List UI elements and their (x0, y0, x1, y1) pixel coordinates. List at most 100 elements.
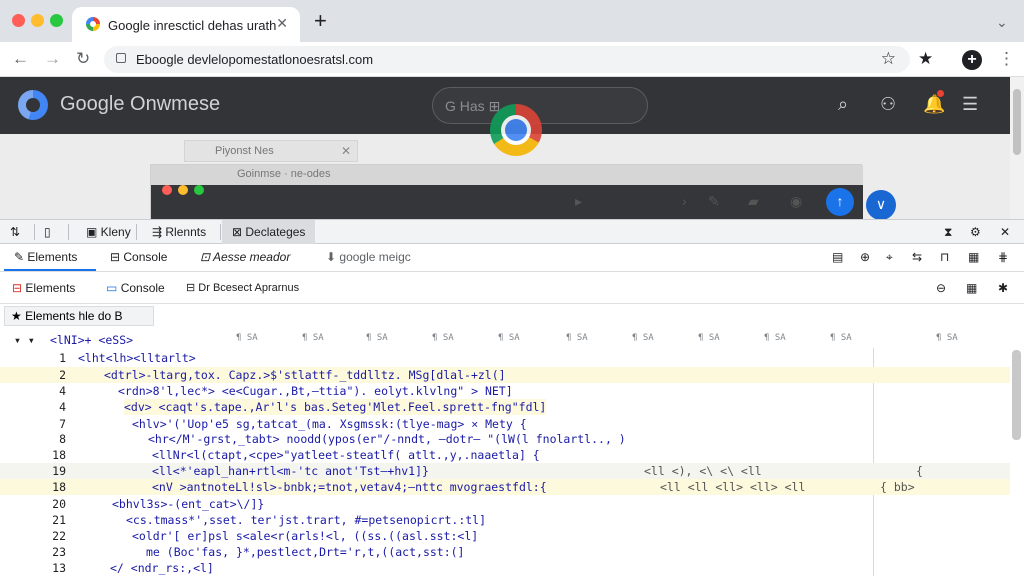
layout-icon[interactable]: ▤ (832, 244, 843, 271)
frame-icon[interactable]: ⊓ (940, 244, 949, 271)
tab-aesse-meador[interactable]: ⊡ Aesse meador (200, 244, 290, 271)
tab-declateges-label: Declateges (245, 225, 306, 239)
chevron-right-icon: › (682, 193, 687, 209)
code-text: me (Boc'fas, }*,pestlect,Drt='r,t,((act,… (146, 545, 465, 559)
code-row[interactable]: 4 <dv> <caqt's.tape.,Ar'l's bas.Seteg'Ml… (0, 399, 1010, 415)
code-text: <hlv>'('Uop'e5 sg,tatcat_(ma. Xsgmssk:(t… (132, 417, 527, 431)
bookmarks-icon[interactable]: ★ (918, 49, 933, 69)
google-favicon-icon (86, 17, 100, 31)
code-tail: <ll <), <\ <\ <ll (644, 464, 762, 478)
minimize-window-button[interactable] (31, 14, 44, 27)
elements-icon: ⊟ (12, 281, 23, 295)
code-row[interactable]: 13 </ <ndr_rs:,<l] (0, 560, 1010, 576)
tab-kleny[interactable]: ▣ Kleny (80, 220, 137, 244)
new-tab-button[interactable]: + (314, 10, 327, 32)
code-row[interactable]: 7 <hlv>'('Uop'e5 sg,tatcat_(ma. Xsgmssk:… (0, 416, 1010, 432)
bookmark-star-icon[interactable]: ☆ (881, 49, 896, 69)
code-row[interactable]: 8 <hr</M'-grst,_tabt> noodd(ypos(er"/-nn… (0, 431, 1010, 447)
subtab-dr-bcesect[interactable]: ⊟ Dr Bcesect Aprarnus (186, 272, 299, 304)
subtab-elements[interactable]: ⊟ Elements (12, 272, 75, 304)
settings-icon[interactable]: ⚙ (970, 220, 981, 244)
code-row[interactable]: ▾ ▾ <lNI>+ <eSS> (0, 332, 1010, 348)
tab-google-meigc[interactable]: ⬇ google meigc (326, 244, 411, 271)
page-scroll-thumb[interactable] (1013, 89, 1021, 155)
close-window-button[interactable] (12, 14, 25, 27)
tab-console[interactable]: ⊟ Console (110, 244, 167, 271)
apps-icon[interactable]: ▦ (966, 272, 977, 304)
maximize-window-button[interactable] (50, 14, 63, 27)
lock-icon (116, 53, 126, 63)
tab-elements[interactable]: ✎ Elements (14, 244, 77, 271)
reload-icon[interactable]: ↻ (76, 49, 90, 69)
subtab-console[interactable]: ▭ Console (106, 272, 165, 304)
forward-icon[interactable]: → (44, 49, 61, 69)
menu-icon[interactable]: ☰ (962, 94, 978, 115)
ghost-window: Piyonst Nes ✕ (184, 140, 358, 162)
tab-close-icon[interactable]: ✕ (276, 15, 288, 32)
expand-arrow-icon[interactable]: ▾ ▾ (14, 332, 35, 348)
elements-tree: ▾ ▾ <lNI>+ <eSS> 1 <lht<lh><lltarlt> 2 <… (0, 326, 1010, 576)
page-scrollbar[interactable] (1010, 77, 1024, 219)
tab-rlennts[interactable]: ⇶ Rlennts (146, 220, 212, 244)
no-sign-icon[interactable]: ⊖ (936, 272, 946, 304)
code-row[interactable]: 18 <nV >antnoteLl!sl>-bnbk;=tnot,vetav4;… (0, 479, 1010, 495)
console-icon: ▭ (106, 281, 118, 295)
line-number: 7 (59, 417, 66, 431)
tab-search-chevron-icon[interactable]: ⌄ (996, 14, 1008, 31)
add-fab-button[interactable]: ↑ (826, 188, 854, 216)
shield-icon: ◉ (790, 193, 803, 209)
profile-avatar[interactable]: + (962, 50, 982, 70)
breadcrumb-label: Elements hle do B (25, 309, 123, 323)
subtab-elements-label: Elements (25, 281, 76, 295)
code-row[interactable]: 2 <dtrl>-ltarg,tox. Capz.>$'stlattf-_tdd… (0, 367, 1010, 383)
breadcrumb[interactable]: ★ Elements hle do B (4, 306, 154, 326)
code-row[interactable]: 23 me (Boc'fas, }*,pestlect,Drt='r,t,((a… (0, 544, 1010, 560)
toggle-icon[interactable]: ⧗ (944, 220, 952, 244)
code-text: <llNr<l(ctapt,<cpe>"yatleet-steatlf( atl… (152, 448, 540, 462)
devtools-scrollbar-thumb[interactable] (1012, 350, 1021, 440)
asterisk-icon[interactable]: ✱ (998, 272, 1008, 304)
grid-icon[interactable]: ▦ (968, 244, 979, 271)
inspect-icon[interactable]: ⌖ (886, 244, 893, 271)
pen-icon: ✎ (708, 193, 720, 209)
tab-aesse-meador-label: Aesse meador (212, 250, 291, 264)
account-fab-button[interactable]: ∨ (866, 190, 896, 219)
code-row[interactable]: 20 <bhvl3s>-(ent_cat>\/]} (0, 496, 1010, 512)
people-icon[interactable]: ⚇ (880, 94, 896, 115)
bell-icon[interactable]: 🔔 (923, 94, 945, 115)
code-row-selected[interactable]: 19 <ll<*'eapl_han+rtl<m-'tc anot'Tst—+hv… (0, 463, 1010, 479)
tab-declateges[interactable]: ⊠ Declateges (222, 220, 316, 244)
code-tail-end: { bb> (880, 480, 915, 494)
line-number: 4 (59, 384, 66, 398)
code-text: </ <ndr_rs:,<l] (110, 561, 214, 575)
back-icon[interactable]: ← (12, 49, 29, 69)
device-icon[interactable]: ▯ (44, 220, 51, 244)
ghost-browser-window: Goinmse · ne-odes (150, 164, 863, 219)
dock-icon[interactable]: ⇅ (10, 220, 20, 244)
line-number: 1 (59, 351, 66, 365)
cursor-icon[interactable]: ⇆ (912, 244, 922, 271)
line-number: 22 (52, 529, 66, 543)
notification-dot (937, 90, 944, 97)
code-text: <lht<lh><lltarlt> (78, 351, 196, 365)
code-row[interactable]: 18 <llNr<l(ctapt,<cpe>"yatleet-steatlf( … (0, 447, 1010, 463)
code-text: <lNI>+ <eSS> (50, 333, 134, 347)
close-devtools-icon[interactable]: ✕ (1000, 220, 1010, 244)
more-menu-icon[interactable]: ⋮ (998, 49, 1015, 69)
code-row[interactable]: 22 <oldr'[ er]psl s<ale<r(arls!<l, ((ss.… (0, 528, 1010, 544)
browser-tab[interactable]: Google inrescticl dehas urath ✕ (72, 7, 300, 42)
code-tail: <ll <ll <ll> <ll> <ll (660, 480, 806, 494)
code-row[interactable]: 1 <lht<lh><lltarlt> (0, 350, 1010, 366)
adjust-icon[interactable]: ⋕ (998, 244, 1008, 271)
line-number: 2 (59, 368, 66, 382)
code-row[interactable]: 21 <cs.tmass*',sset. ter'jst.trart, #=pe… (0, 512, 1010, 528)
address-bar[interactable]: Eboogle devlelopomestatlonoesratsl.com ☆ (104, 46, 910, 73)
code-text: <hr</M'-grst,_tabt> noodd(ypos(er"/-nndt… (148, 432, 626, 446)
code-text: <nV >antnoteLl!sl>-bnbk;=tnot,vetav4;—nt… (152, 480, 547, 494)
search-icon[interactable]: ⌕ (838, 94, 848, 115)
chrome-logo-icon (490, 104, 542, 156)
site-search-input[interactable]: G Has ⊞ (432, 87, 648, 124)
zoom-icon[interactable]: ⊕ (860, 244, 870, 271)
line-number: 21 (52, 513, 66, 527)
code-row[interactable]: 4 <rdn>8'l,lec*> <e<Cugar.,Bt,—ttia"). e… (0, 383, 1010, 399)
